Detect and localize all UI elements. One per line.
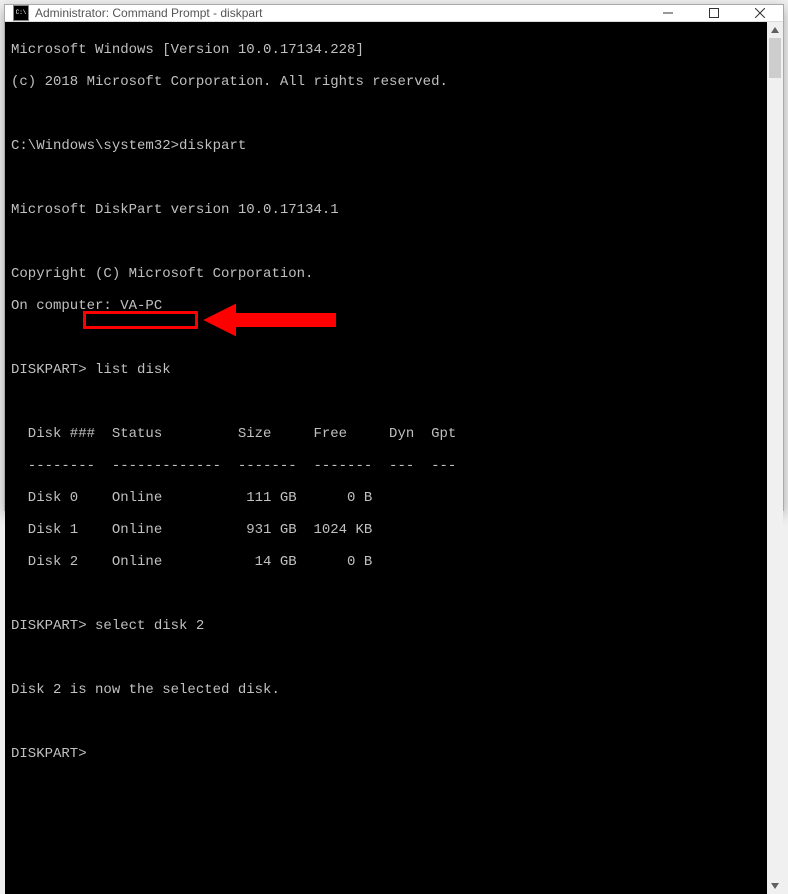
output-line: Copyright (C) Microsoft Corporation.: [11, 266, 761, 282]
output-line: [11, 170, 761, 186]
table-row: Disk 2 Online 14 GB 0 B: [11, 554, 761, 570]
titlebar[interactable]: Administrator: Command Prompt - diskpart: [5, 5, 783, 22]
window-title: Administrator: Command Prompt - diskpart: [35, 6, 645, 20]
diskpart-prompt: DISKPART>: [11, 362, 87, 378]
prompt-line: DISKPART> select disk 2: [11, 618, 761, 634]
table-header: Disk ### Status Size Free Dyn Gpt: [11, 426, 761, 442]
output-line: [11, 234, 761, 250]
output-line: On computer: VA-PC: [11, 298, 761, 314]
output-line: Microsoft Windows [Version 10.0.17134.22…: [11, 42, 761, 58]
prompt-line: C:\Windows\system32>diskpart: [11, 138, 761, 154]
scroll-down-button[interactable]: [767, 878, 783, 894]
output-line: Microsoft DiskPart version 10.0.17134.1: [11, 202, 761, 218]
scroll-thumb[interactable]: [769, 38, 781, 78]
table-divider: -------- ------------- ------- ------- -…: [11, 458, 761, 474]
table-row: Disk 1 Online 931 GB 1024 KB: [11, 522, 761, 538]
output-line: (c) 2018 Microsoft Corporation. All righ…: [11, 74, 761, 90]
command-prompt-window: Administrator: Command Prompt - diskpart…: [4, 4, 784, 511]
output-line: [11, 330, 761, 346]
scroll-track[interactable]: [767, 38, 783, 878]
output-line: [11, 586, 761, 602]
prompt-line: DISKPART> list disk: [11, 362, 761, 378]
close-button[interactable]: [737, 5, 783, 21]
typed-command: diskpart: [179, 138, 246, 154]
output-line: [11, 394, 761, 410]
typed-command: select disk 2: [95, 618, 204, 634]
minimize-button[interactable]: [645, 5, 691, 21]
scroll-up-button[interactable]: [767, 22, 783, 38]
cmd-icon: [13, 5, 29, 21]
window-controls: [645, 5, 783, 21]
output-line: Disk 2 is now the selected disk.: [11, 682, 761, 698]
output-line: [11, 714, 761, 730]
maximize-button[interactable]: [691, 5, 737, 21]
output-line: [11, 106, 761, 122]
prompt-line: DISKPART>: [11, 746, 761, 762]
console-area: Microsoft Windows [Version 10.0.17134.22…: [5, 22, 783, 894]
prompt-path: C:\Windows\system32>: [11, 138, 179, 154]
typed-command: list disk: [95, 362, 171, 378]
diskpart-prompt: DISKPART>: [11, 746, 87, 762]
table-row: Disk 0 Online 111 GB 0 B: [11, 490, 761, 506]
output-line: [11, 650, 761, 666]
diskpart-prompt: DISKPART>: [11, 618, 87, 634]
vertical-scrollbar[interactable]: [767, 22, 783, 894]
console-output[interactable]: Microsoft Windows [Version 10.0.17134.22…: [5, 22, 767, 894]
